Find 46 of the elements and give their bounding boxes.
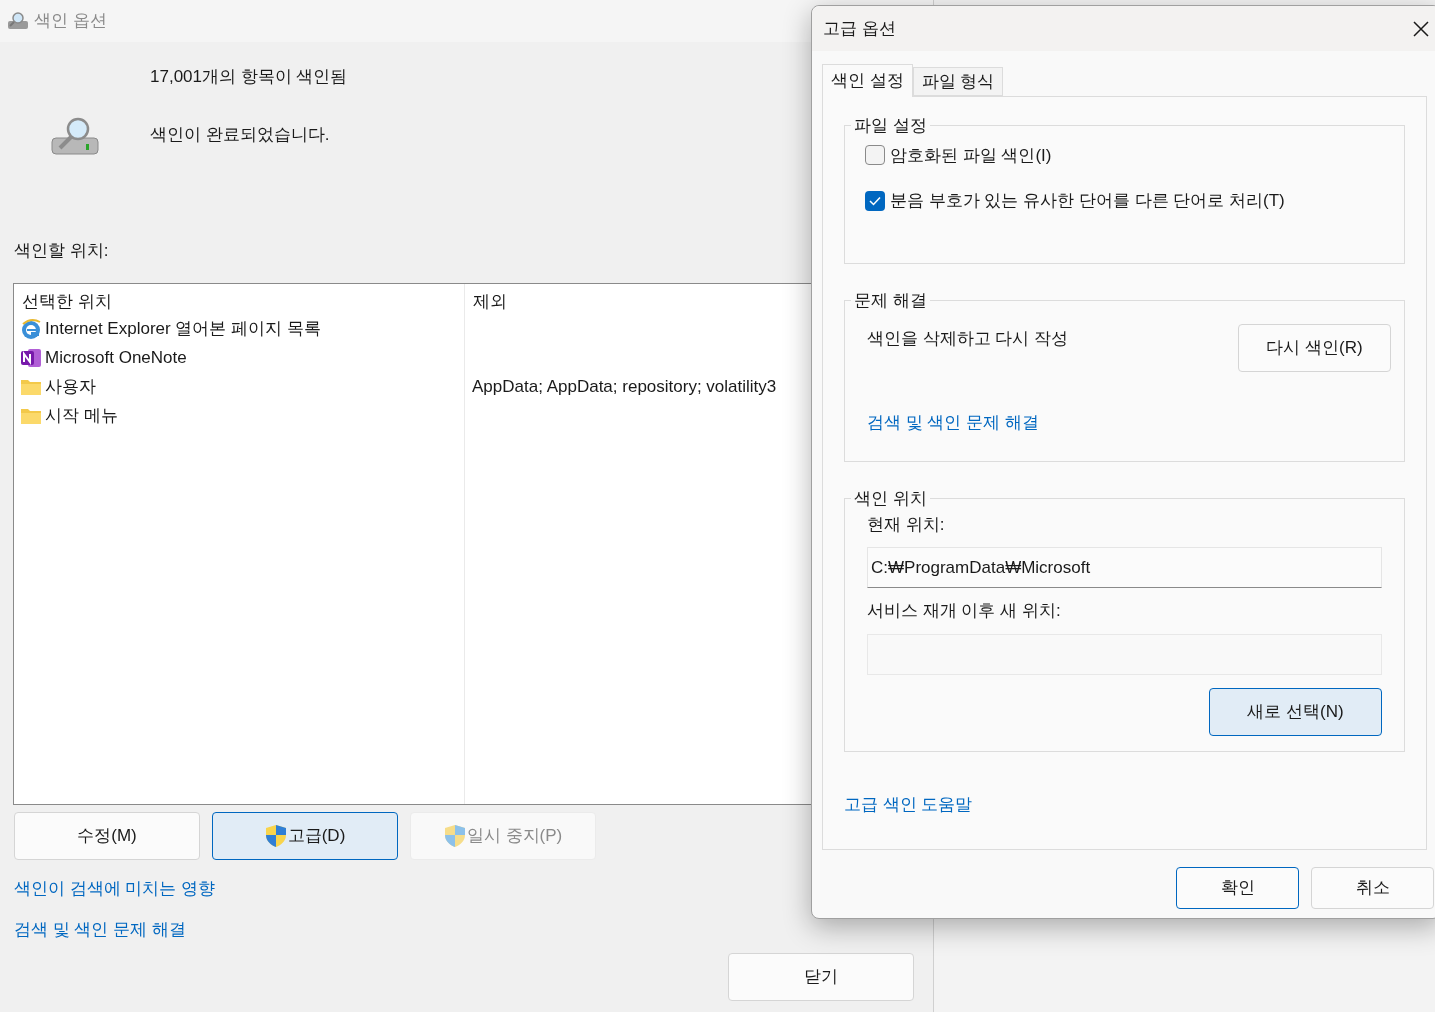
action-button[interactable]: 수정(M) xyxy=(14,811,200,860)
select-new-button[interactable]: 새로 선택(N) xyxy=(1209,687,1382,736)
dialog-button[interactable]: 취소 xyxy=(1311,867,1434,909)
current-location-field: C:₩ProgramData₩Microsoft xyxy=(867,547,1382,588)
folder-icon xyxy=(20,378,42,396)
location-name[interactable]: Internet Explorer 열어본 페이지 목록 xyxy=(45,316,321,342)
tab[interactable]: 색인 설정 xyxy=(822,64,913,97)
checkbox-label[interactable]: 분음 부호가 있는 유사한 단어를 다른 단어로 처리(T) xyxy=(890,188,1285,214)
tab[interactable]: 파일 형식 xyxy=(912,67,1004,96)
reindex-description: 색인을 삭제하고 다시 작성 xyxy=(867,327,1069,350)
shield-icon xyxy=(443,823,466,848)
shield-icon xyxy=(264,823,287,848)
close-icon[interactable] xyxy=(1412,19,1430,38)
locations-label: 색인할 위치: xyxy=(14,240,110,262)
indexing-drive-icon xyxy=(6,11,30,31)
location-name[interactable]: 사용자 xyxy=(45,374,96,400)
help-link[interactable]: 고급 색인 도움말 xyxy=(844,792,973,818)
notebook-n-icon xyxy=(20,348,42,368)
action-button[interactable]: 고급(D) xyxy=(212,811,398,860)
checkmark-icon xyxy=(869,195,881,206)
indexed-count-text: 17,001개의 항목이 색인됨 xyxy=(150,66,348,88)
location-name[interactable]: Microsoft OneNote xyxy=(45,345,187,371)
exclusions-text: AppData; AppData; repository; volatility3 xyxy=(472,376,777,399)
dialog-button[interactable]: 확인 xyxy=(1176,867,1299,909)
troubleshoot-link[interactable]: 검색 및 색인 문제 해결 xyxy=(867,409,1039,435)
browser-e-icon xyxy=(20,318,42,340)
new-location-label: 서비스 재개 이후 새 위치: xyxy=(867,600,1062,622)
current-location-label: 현재 위치: xyxy=(867,513,946,536)
column-header[interactable]: 선택한 위치 xyxy=(14,288,120,315)
help-link[interactable]: 색인이 검색에 미치는 영향 xyxy=(14,875,216,901)
location-name[interactable]: 시작 메뉴 xyxy=(45,403,118,429)
column-header[interactable]: 제외 xyxy=(465,288,515,315)
rebuild-button[interactable]: 다시 색인(R) xyxy=(1238,323,1391,372)
window-title: 색인 옵션 xyxy=(34,10,107,33)
group-title: 색인 위치 xyxy=(853,488,928,510)
group-title: 문제 해결 xyxy=(853,290,928,312)
indexing-drive-icon xyxy=(50,116,100,158)
status-message: 색인이 완료되었습니다. xyxy=(150,123,331,146)
help-link[interactable]: 검색 및 색인 문제 해결 xyxy=(14,917,186,943)
checkbox[interactable] xyxy=(865,190,885,211)
close-button[interactable]: 닫기 xyxy=(728,952,914,1001)
checkbox-label[interactable]: 암호화된 파일 색인(I) xyxy=(890,142,1052,168)
group-title: 파일 설정 xyxy=(853,115,928,137)
checkbox[interactable] xyxy=(865,145,885,166)
dialog-title: 고급 옵션 xyxy=(823,17,896,40)
folder-icon xyxy=(20,407,42,425)
